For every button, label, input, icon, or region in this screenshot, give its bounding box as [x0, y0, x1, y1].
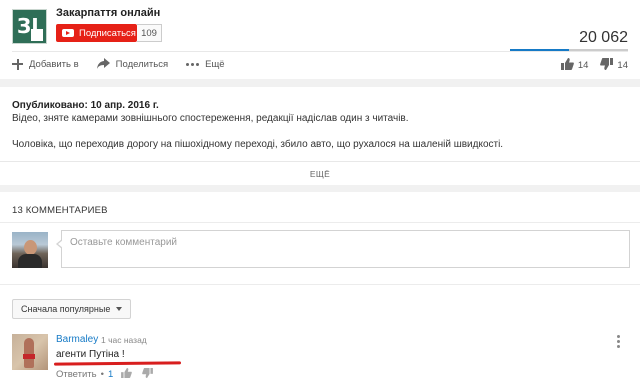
share-label: Поделиться	[115, 58, 169, 70]
current-user-avatar	[12, 232, 48, 268]
video-owner-panel: ЗІ Закарпаття онлайн Подписаться 109 20 …	[0, 0, 640, 79]
comment-like-count: 1	[107, 369, 114, 380]
thumbs-up-icon	[121, 368, 133, 378]
add-to-label: Добавить в	[29, 58, 79, 70]
channel-logo-icon[interactable]: ЗІ	[12, 9, 47, 44]
comment-input[interactable]	[70, 237, 610, 248]
publish-date: Опубликовано: 10 апр. 2016 г.	[12, 100, 159, 111]
thumbs-up-icon	[560, 58, 574, 70]
reply-button[interactable]: Ответить	[56, 369, 97, 380]
dislike-count: 14	[617, 60, 628, 71]
divider	[12, 51, 628, 52]
divider	[0, 284, 640, 285]
share-icon	[96, 58, 110, 70]
rating-bar: 14 14	[560, 58, 628, 73]
comment-author-avatar[interactable]	[12, 334, 48, 370]
subscribe-label: Подписаться	[79, 27, 136, 39]
comments-section: 13 КОММЕНТАРИЕВ Сначала популярные Barma…	[0, 192, 640, 392]
add-to-button[interactable]: Добавить в	[12, 58, 79, 70]
sort-label: Сначала популярные	[21, 304, 111, 314]
subscribe-button[interactable]: Подписаться	[56, 24, 137, 42]
subscriber-count: 109	[137, 24, 162, 42]
divider	[0, 222, 640, 223]
description-panel: Опубликовано: 10 апр. 2016 г. Відео, зня…	[0, 87, 640, 185]
channel-name[interactable]: Закарпаття онлайн	[56, 7, 160, 19]
more-actions-label: Ещё	[205, 58, 225, 70]
view-count: 20 062	[579, 29, 628, 46]
red-underline-annotation	[53, 361, 182, 366]
plus-icon	[12, 58, 23, 70]
separator-dot: •	[100, 369, 104, 380]
dislike-button[interactable]	[600, 58, 614, 73]
like-button[interactable]	[560, 58, 574, 73]
comment-dislike-button[interactable]	[142, 368, 154, 381]
comment-text: агенти Путіна !	[56, 349, 125, 360]
caret-down-icon	[116, 307, 123, 311]
action-bar: Добавить в Поделиться Ещё	[12, 58, 243, 70]
comment-box[interactable]	[56, 230, 630, 268]
description-line: Чоловіка, що переходив дорогу на пішохід…	[12, 139, 504, 150]
more-actions-button[interactable]: Ещё	[186, 58, 225, 70]
thumbs-down-icon	[600, 58, 614, 70]
comment-like-button[interactable]	[121, 368, 133, 381]
youtube-icon	[62, 29, 74, 37]
comment-menu-icon[interactable]	[617, 335, 620, 348]
comments-count-header: 13 КОММЕНТАРИЕВ	[12, 205, 108, 216]
divider	[0, 161, 640, 162]
comment-author[interactable]: Barmaley	[56, 334, 98, 345]
like-count: 14	[577, 60, 589, 71]
show-more-button[interactable]: ЕЩЁ	[0, 169, 640, 179]
more-dots-icon	[186, 62, 200, 66]
description-line: Відео, зняте камерами зовнішнього спосте…	[12, 113, 409, 124]
comment-actions: Ответить • 1	[56, 368, 154, 381]
share-button[interactable]: Поделиться	[96, 58, 169, 70]
thumbs-down-icon	[142, 368, 154, 378]
sort-comments-dropdown[interactable]: Сначала популярные	[12, 299, 132, 319]
comment-timestamp[interactable]: 1 час назад	[101, 335, 147, 345]
